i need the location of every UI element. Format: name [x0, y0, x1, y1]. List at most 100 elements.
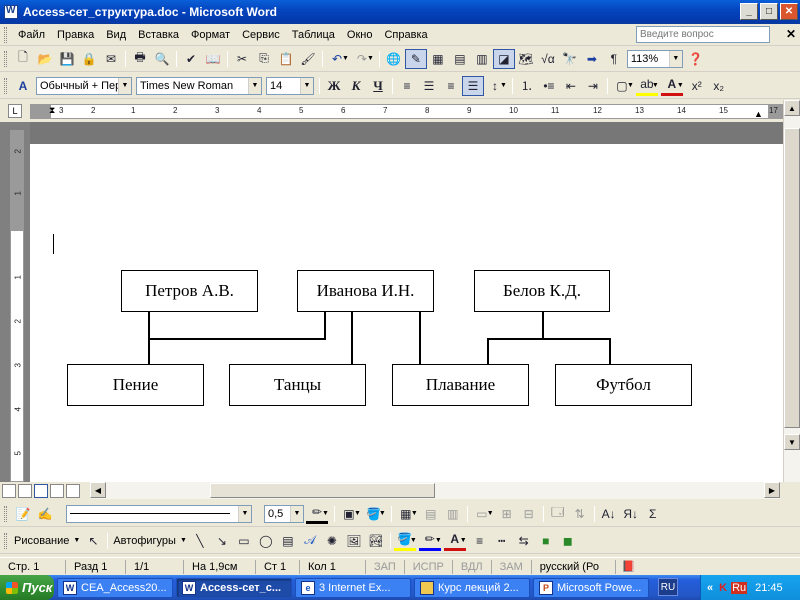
taskbar-button[interactable]: Курс лекций 2... — [414, 577, 530, 598]
find-icon[interactable]: 🔭 — [559, 49, 581, 69]
tables-borders-icon[interactable]: ✎ — [404, 48, 427, 69]
menu-window[interactable]: Окно — [341, 29, 379, 41]
distribute-rows-icon[interactable]: ⊞ — [496, 504, 518, 524]
font-size-combo[interactable]: 14 ▼ — [266, 76, 314, 95]
taskbar-button[interactable]: P Microsoft Powe... — [533, 577, 649, 598]
horizontal-scroll-thumb[interactable] — [210, 483, 435, 498]
menu-table[interactable]: Таблица — [286, 29, 341, 41]
text-direction-icon[interactable]: ⇅ — [569, 504, 591, 524]
status-overtype[interactable]: ЗАМ — [492, 559, 532, 574]
picture-icon[interactable]: 🏞 — [365, 531, 387, 551]
draw-dropdown-icon[interactable]: ▼ — [73, 537, 80, 544]
research-icon[interactable]: 📖 — [202, 49, 224, 69]
status-track[interactable]: ИСПР — [405, 559, 453, 574]
horizontal-scrollbar[interactable]: ◀ ▶ — [90, 482, 780, 499]
text-box-icon[interactable]: ▤ — [277, 531, 299, 551]
line-color-dropdown-icon[interactable]: ▼ — [322, 510, 329, 517]
paste-icon[interactable]: 📋 — [275, 49, 297, 69]
font-color-dropdown-icon[interactable]: ▼ — [460, 537, 467, 544]
columns-icon[interactable]: ▥ — [471, 49, 493, 69]
select-objects-icon[interactable]: ↖ — [82, 531, 104, 551]
line-width-combo[interactable]: 0,5 ▼ — [264, 504, 304, 523]
menu-help[interactable]: Справка — [378, 29, 433, 41]
line-spacing-dropdown-icon[interactable]: ▼ — [500, 82, 507, 89]
fill-dropdown-icon[interactable]: ▼ — [379, 510, 386, 517]
wordart-icon[interactable]: 𝒜 — [299, 531, 321, 551]
print-icon[interactable]: 🖶 — [129, 49, 151, 69]
sort-descending-icon[interactable]: Я↓ — [620, 504, 642, 524]
shadow-icon[interactable]: ■ — [535, 531, 557, 551]
doc-close-icon[interactable]: ✕ — [786, 27, 796, 41]
taskbar-button[interactable]: W CEA_Access20... — [57, 577, 173, 598]
line-style-combo[interactable]: ▼ — [66, 504, 252, 523]
clipart-icon[interactable]: 🖼 — [343, 531, 365, 551]
equation-icon[interactable]: √α — [537, 49, 559, 69]
align-dropdown-icon[interactable]: ▼ — [487, 510, 494, 517]
align-left-icon[interactable]: ≡ — [396, 76, 418, 96]
reading-view-icon[interactable] — [66, 483, 80, 498]
chevron-down-icon[interactable]: ▼ — [118, 77, 131, 94]
chevron-down-icon[interactable]: ▼ — [290, 505, 303, 522]
vertical-ruler[interactable]: 2 1 1 2 3 4 5 — [10, 130, 24, 482]
zoom-combo[interactable]: 113% ▼ — [626, 49, 683, 68]
minimize-button[interactable]: _ — [740, 3, 758, 20]
start-button[interactable]: Пуск — [0, 575, 54, 600]
3d-icon[interactable]: ◼ — [557, 531, 579, 551]
menu-format[interactable]: Формат — [185, 29, 236, 41]
menu-edit[interactable]: Правка — [51, 29, 100, 41]
scroll-thumb[interactable] — [784, 128, 800, 428]
web-view-icon[interactable] — [18, 483, 32, 498]
numbering-icon[interactable]: ⒈ — [516, 76, 538, 96]
styles-pane-icon[interactable]: A — [12, 76, 34, 96]
print-view-icon[interactable] — [34, 483, 48, 498]
autosum-icon[interactable]: Σ — [642, 504, 664, 524]
underline-button[interactable]: Ч — [367, 76, 389, 96]
taskbar-button-active[interactable]: W Access-сет_с... — [176, 577, 292, 598]
maximize-button[interactable]: □ — [760, 3, 778, 20]
document-page[interactable]: Петров А.В. Иванова И.Н. Белов К.Д. Пени… — [30, 144, 783, 482]
menu-grip[interactable] — [4, 26, 7, 43]
person-box[interactable]: Белов К.Д. — [474, 270, 610, 312]
increase-indent-icon[interactable]: ⇥ — [582, 76, 604, 96]
chevron-down-icon[interactable]: ▼ — [300, 77, 313, 94]
show-formatting-icon[interactable]: ¶ — [603, 49, 625, 69]
sort-ascending-icon[interactable]: A↓ — [598, 504, 620, 524]
insert-table-icon[interactable]: ▦ — [427, 49, 449, 69]
merge-cells-icon[interactable]: ▤ — [420, 504, 442, 524]
toolbar-grip[interactable] — [4, 505, 7, 522]
menu-file[interactable]: Файл — [12, 29, 51, 41]
document-map-icon[interactable]: 🗺 — [515, 49, 537, 69]
oval-tool-icon[interactable]: ◯ — [255, 531, 277, 551]
kaspersky-icon[interactable]: K — [719, 582, 727, 594]
border-dropdown-icon[interactable]: ▼ — [627, 82, 634, 89]
person-box[interactable]: Иванова И.Н. — [297, 270, 434, 312]
hyperlink-icon[interactable]: 🌐 — [383, 49, 405, 69]
status-record[interactable]: ЗАП — [366, 559, 405, 574]
table-dropdown-icon[interactable]: ▼ — [411, 510, 418, 517]
autoshapes-dropdown-icon[interactable]: ▼ — [180, 537, 187, 544]
horizontal-ruler[interactable]: 3 2 1 2 3 4 5 6 7 8 9 10 11 12 13 14 15 … — [30, 104, 785, 119]
edit-icon[interactable]: 📝 — [12, 504, 34, 524]
vertical-scrollbar[interactable]: ▲ ▼ — [783, 100, 800, 482]
menu-insert[interactable]: Вставка — [132, 29, 185, 41]
scroll-right-icon[interactable]: ▶ — [764, 482, 780, 498]
justify-icon[interactable]: ☰ — [462, 75, 484, 96]
borders-dropdown-icon[interactable]: ▼ — [354, 510, 361, 517]
drawing-icon[interactable]: ◪ — [492, 48, 515, 69]
word-app-icon[interactable] — [4, 5, 18, 19]
style-combo[interactable]: Обычный + Пер ▼ — [36, 76, 132, 95]
status-extend[interactable]: ВДЛ — [453, 559, 492, 574]
new-document-icon[interactable]: 🗋 — [12, 49, 34, 69]
font-color-dropdown-icon[interactable]: ▼ — [677, 82, 684, 89]
menu-tools[interactable]: Сервис — [236, 29, 286, 41]
font-combo[interactable]: Times New Roman ▼ — [136, 76, 262, 95]
right-indent-marker[interactable]: ▲ — [754, 109, 763, 119]
language-indicator[interactable]: RU — [658, 578, 678, 596]
indent-marker[interactable]: ⧗ — [49, 105, 55, 116]
diagram-icon[interactable]: ✺ — [321, 531, 343, 551]
save-icon[interactable]: 💾 — [56, 49, 78, 69]
person-box[interactable]: Петров А.В. — [121, 270, 258, 312]
highlight-dropdown-icon[interactable]: ▼ — [652, 82, 659, 89]
autoshapes-menu[interactable]: Автофигуры — [111, 535, 178, 547]
align-center-icon[interactable]: ☰ — [418, 76, 440, 96]
